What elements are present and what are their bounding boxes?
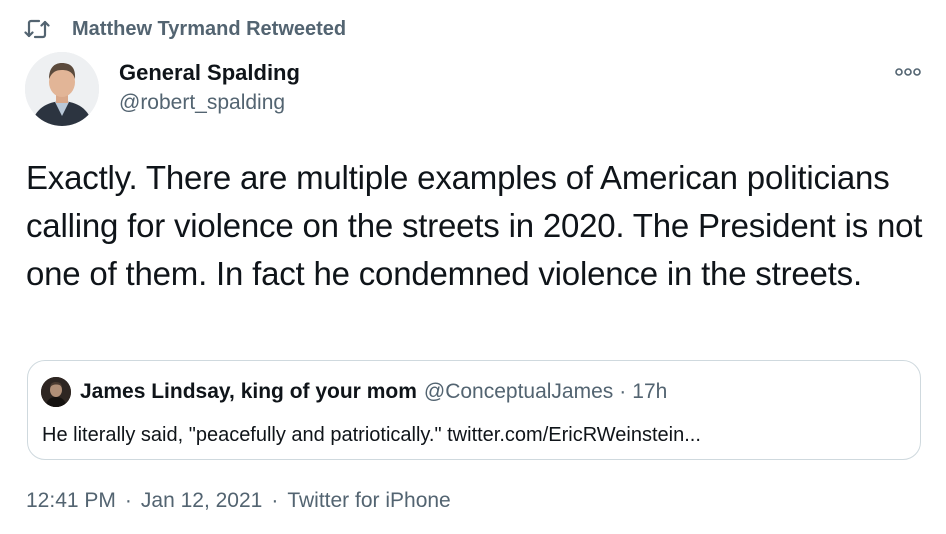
tweet-text: Exactly. There are multiple examples of … (26, 159, 923, 292)
retweet-icon (24, 18, 50, 40)
quote-tweet-text: He literally said, "peacefully and patri… (42, 424, 701, 446)
avatar[interactable] (25, 52, 99, 126)
author-handle[interactable]: @robert_spalding (119, 91, 285, 115)
quote-tweet-card[interactable]: James Lindsay, king of your mom @Concept… (27, 360, 921, 460)
quote-tweet-header: James Lindsay, king of your mom @Concept… (41, 377, 667, 407)
quote-timestamp: 17h (632, 380, 668, 403)
retweet-label[interactable]: Matthew Tyrmand Retweeted (72, 18, 346, 41)
quote-avatar (41, 377, 71, 407)
retweet-header[interactable]: Matthew Tyrmand Retweeted (24, 14, 346, 44)
tweet-time[interactable]: 12:41 PM (26, 489, 116, 513)
quote-separator: · (619, 380, 627, 403)
quote-author-name: James Lindsay, king of your mom (80, 380, 417, 403)
author-name[interactable]: General Spalding (119, 60, 300, 86)
meta-separator: · (271, 489, 279, 512)
more-horizontal-icon (894, 64, 922, 82)
quote-author-handle: @ConceptualJames (423, 380, 614, 403)
meta-separator: · (124, 489, 132, 512)
tweet-source[interactable]: Twitter for iPhone (287, 489, 450, 513)
tweet-date[interactable]: Jan 12, 2021 (141, 489, 262, 513)
more-options-button[interactable] (888, 60, 928, 86)
tweet-meta: 12:41 PM · Jan 12, 2021 · Twitter for iP… (26, 489, 451, 513)
